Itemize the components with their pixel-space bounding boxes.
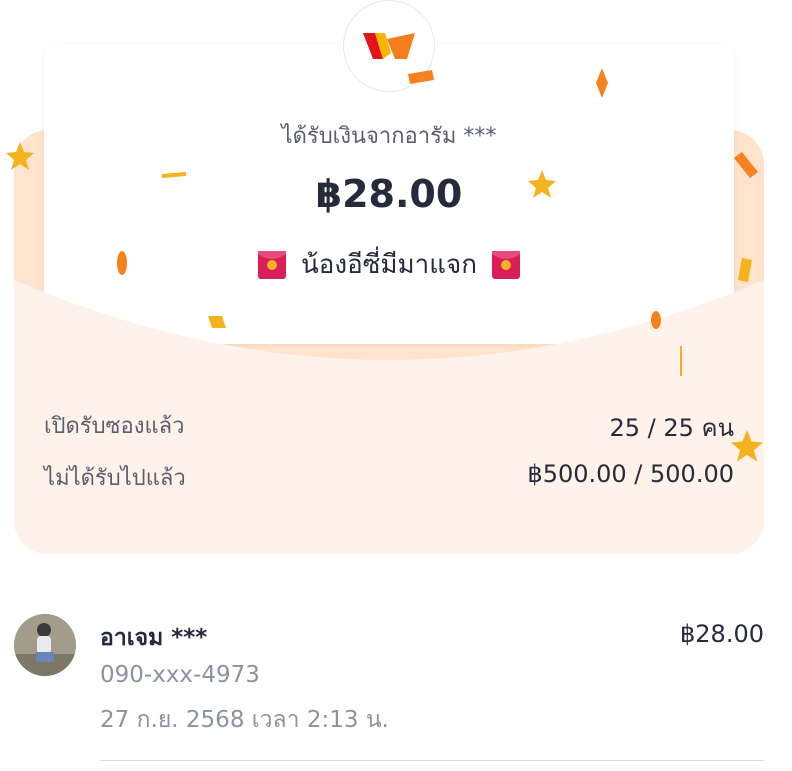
opened-label: เปิดรับซองแล้ว — [44, 414, 185, 439]
confetti-star-icon — [6, 142, 34, 170]
received-label: ไม่ได้รับไปแล้ว — [44, 466, 186, 491]
recipient-phone: 090-xxx-4973 — [100, 662, 260, 688]
red-envelope-icon — [491, 250, 520, 279]
confetti-rect-icon — [680, 346, 682, 376]
recipient-name: อาเจม *** — [100, 625, 208, 651]
received-value: ฿500.00 / 500.00 — [527, 460, 734, 488]
received-amount: ฿28.00 — [315, 172, 463, 216]
avatar-photo-icon — [14, 614, 76, 676]
recipient-time: 27 ก.ย. 2568 เวลา 2:13 น. — [100, 707, 389, 733]
confetti-rect-icon — [738, 258, 752, 282]
confetti-rect-icon — [408, 70, 434, 84]
brand-logo-icon — [363, 33, 415, 59]
sender-text: ได้รับเงินจากอารัม *** — [281, 124, 497, 149]
confetti-rect-icon — [734, 152, 758, 178]
envelope-title-text: น้องอีซี่มีมาแจก — [301, 250, 477, 280]
confetti-star-icon — [528, 170, 556, 198]
confetti-diamond-icon — [596, 68, 608, 98]
confetti-rect-icon — [208, 316, 226, 328]
confetti-star-icon — [731, 430, 763, 462]
avatar — [14, 614, 76, 676]
list-divider — [100, 760, 764, 761]
confetti-oval-icon — [651, 311, 661, 329]
confetti-rect-icon — [162, 172, 186, 178]
recipient-amount: ฿28.00 — [680, 620, 764, 648]
envelope-title: น้องอีซี่มีมาแจก — [44, 244, 734, 285]
confetti-oval-icon — [117, 251, 127, 275]
opened-value: 25 / 25 คน — [609, 414, 734, 442]
red-envelope-icon — [258, 250, 287, 279]
